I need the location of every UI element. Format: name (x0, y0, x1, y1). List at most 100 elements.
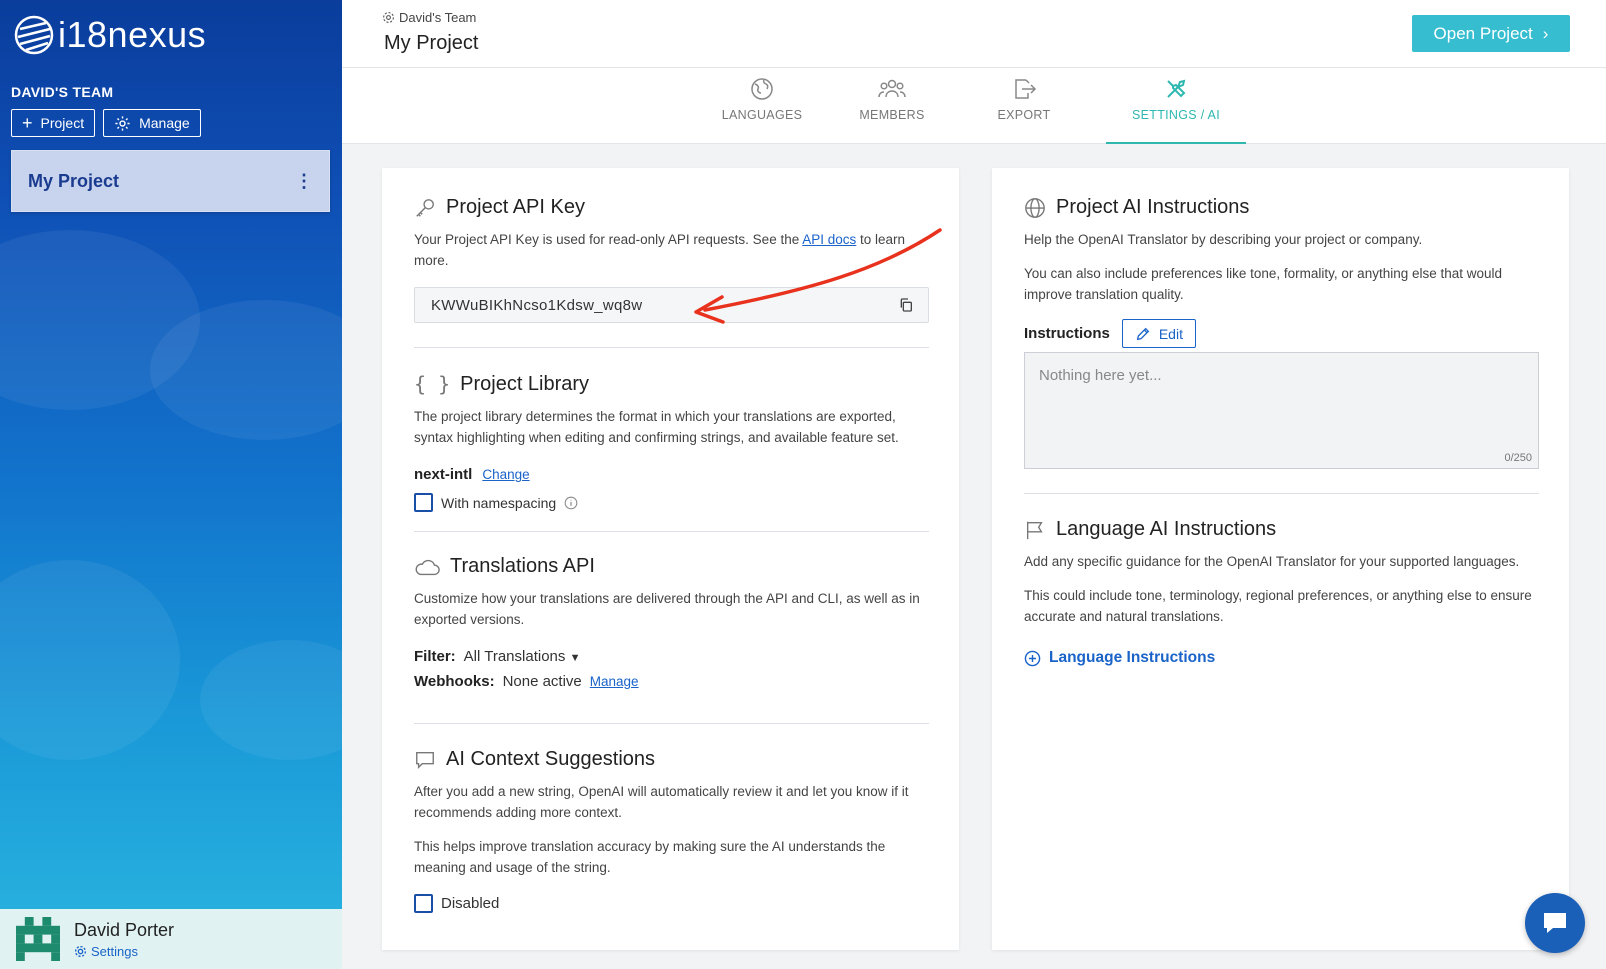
edit-label: Edit (1158, 325, 1183, 342)
chat-support-button[interactable] (1525, 893, 1585, 953)
ai-context-description-2: This helps improve translation accuracy … (414, 839, 886, 875)
translations-api-title: Translations API (450, 555, 595, 577)
translations-api-description: Customize how your translations are deli… (414, 591, 920, 627)
filter-dropdown[interactable]: All Translations ▼ (464, 648, 581, 665)
copy-icon[interactable] (898, 297, 914, 313)
comment-icon (416, 751, 434, 769)
gear-icon (74, 945, 87, 957)
add-project-button[interactable]: + Project (11, 109, 96, 137)
avatar[interactable] (16, 917, 60, 961)
team-label: DAVID'S TEAM (11, 84, 114, 100)
flag-icon (1026, 521, 1043, 539)
top-header: David's Team My Project Open Project › (342, 0, 1606, 68)
api-key-field[interactable]: KWWuBIKhNcso1Kdsw_wq8w (414, 287, 929, 323)
api-docs-link[interactable]: API docs (802, 232, 856, 247)
ai-instructions-card: Project AI Instructions Help the OpenAI … (992, 168, 1569, 950)
project-ai-description-2: You can also include preferences like to… (1024, 266, 1503, 302)
api-key-description: Your Project API Key is used for read-on… (414, 229, 929, 271)
logo-globe-icon (14, 15, 54, 55)
change-library-link[interactable]: Change (482, 467, 529, 482)
team-breadcrumb[interactable]: David's Team (382, 10, 476, 25)
caret-down-icon: ▼ (569, 652, 581, 664)
info-icon[interactable] (564, 496, 578, 510)
team-name: David's Team (399, 10, 477, 25)
plus-circle-icon (1024, 650, 1041, 666)
user-settings-label: Settings (91, 943, 138, 959)
api-key-value: KWWuBIKhNcso1Kdsw_wq8w (431, 296, 643, 314)
api-key-desc-text: Your Project API Key is used for read-on… (414, 232, 803, 247)
page-title: My Project (384, 32, 479, 54)
open-project-label: Open Project (1433, 23, 1533, 43)
library-description: The project library determines the forma… (414, 409, 899, 445)
instructions-label: Instructions (1024, 325, 1110, 342)
character-counter: 0/250 (1504, 452, 1532, 464)
pencil-icon (1136, 327, 1150, 340)
manage-webhooks-link[interactable]: Manage (590, 674, 639, 689)
user-settings-link[interactable]: Settings (74, 944, 174, 959)
members-icon (878, 79, 906, 98)
sidebar-item-my-project[interactable]: My Project ⋮ (11, 150, 330, 212)
filter-value: All Translations (463, 648, 566, 665)
instructions-textarea[interactable]: Nothing here yet... 0/250 (1024, 352, 1539, 469)
language-instructions-link[interactable]: Language Instructions (1024, 649, 1539, 667)
namespacing-label: With namespacing (441, 494, 557, 511)
cloud-icon (415, 559, 440, 575)
globe-icon (751, 78, 773, 100)
filter-label: Filter: (414, 648, 456, 665)
language-ai-title: Language AI Instructions (1056, 518, 1277, 540)
project-ai-title: Project AI Instructions (1056, 196, 1250, 218)
app-logo[interactable]: i18nexus (14, 14, 206, 56)
tab-label: LANGUAGES (721, 108, 803, 122)
ai-context-disabled-label: Disabled (441, 895, 500, 912)
sidebar: i18nexus DAVID'S TEAM + Project Manage M… (0, 0, 342, 969)
project-ai-section: Project AI Instructions Help the OpenAI … (1024, 196, 1539, 469)
language-ai-section: Language AI Instructions Add any specifi… (1024, 518, 1539, 667)
ai-context-description: After you add a new string, OpenAI will … (414, 784, 909, 820)
namespacing-checkbox[interactable] (414, 493, 433, 512)
library-name: next-intl (414, 466, 473, 483)
tab-label: MEMBERS (859, 108, 925, 122)
project-ai-description: Help the OpenAI Translator by describing… (1024, 232, 1423, 247)
section-divider (414, 723, 929, 724)
ai-context-checkbox[interactable] (414, 894, 433, 913)
filter-row: Filter: All Translations ▼ (414, 648, 929, 665)
tab-export[interactable]: EXPORT (974, 68, 1074, 144)
gear-icon (115, 115, 130, 131)
section-divider (414, 531, 929, 532)
user-bar: David Porter Settings (0, 909, 342, 969)
ai-context-section: AI Context Suggestions After you add a n… (414, 748, 929, 913)
language-instructions-label: Language Instructions (1049, 649, 1216, 666)
open-project-button[interactable]: Open Project › (1412, 15, 1570, 52)
tab-settings-ai[interactable]: SETTINGS / AI (1106, 68, 1246, 144)
gear-icon (383, 12, 394, 23)
library-title: Project Library (460, 372, 590, 395)
webhooks-row: Webhooks: None active Manage (414, 673, 929, 690)
section-divider (1024, 493, 1539, 494)
plus-icon: + (22, 113, 33, 133)
manage-team-button[interactable]: Manage (103, 109, 201, 137)
language-ai-description: Add any specific guidance for the OpenAI… (1024, 554, 1520, 569)
api-key-section: Project API Key Your Project API Key is … (414, 196, 929, 323)
chevron-right-icon: › (1542, 23, 1549, 43)
chat-icon (1544, 913, 1566, 933)
project-settings-card: Project API Key Your Project API Key is … (382, 168, 959, 950)
tab-members[interactable]: MEMBERS (842, 68, 942, 144)
tab-label: EXPORT (997, 108, 1051, 122)
section-divider (414, 347, 929, 348)
tab-languages[interactable]: LANGUAGES (708, 68, 816, 144)
globe-icon (1025, 197, 1045, 218)
logo-text: i18nexus (58, 14, 207, 55)
kebab-menu-icon[interactable]: ⋮ (295, 172, 313, 190)
api-key-title: Project API Key (446, 196, 585, 218)
webhooks-label: Webhooks: (414, 673, 495, 690)
user-name: David Porter (74, 919, 175, 940)
tools-icon (1167, 79, 1186, 98)
braces-icon: { } (414, 372, 451, 396)
project-name: My Project (28, 170, 120, 191)
library-section: { } Project Library The project library … (414, 372, 929, 512)
export-icon (1015, 79, 1037, 99)
project-tabs: LANGUAGES MEMBERS EXPORT SETTINGS / AI (342, 68, 1606, 144)
edit-instructions-button[interactable]: Edit (1121, 319, 1196, 348)
instructions-placeholder: Nothing here yet... (1039, 367, 1162, 384)
ai-context-title: AI Context Suggestions (446, 748, 656, 770)
